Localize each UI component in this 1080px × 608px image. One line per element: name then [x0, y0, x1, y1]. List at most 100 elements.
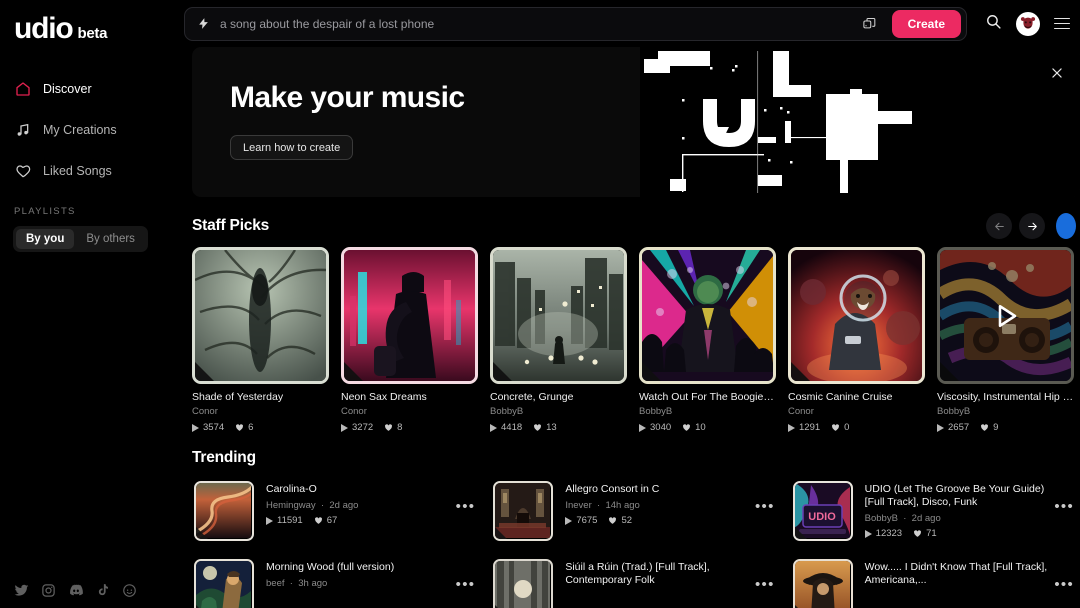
app-logo[interactable]: udio beta: [0, 0, 180, 44]
play-icon: [788, 423, 795, 432]
dice-shuffle-icon[interactable]: [857, 11, 883, 37]
staff-pick-card[interactable]: Concrete, Grunge BobbyB 4418 13: [490, 247, 627, 433]
heart-icon: [534, 424, 542, 431]
arrow-right-icon[interactable]: [1019, 213, 1045, 239]
sidebar-item-discover[interactable]: Discover: [0, 72, 180, 106]
track-title: Neon Sax Dreams: [341, 391, 427, 403]
play-icon: [639, 423, 646, 432]
trending-list-item[interactable]: UDIO UDIO (Let The Groove Be Your Guide)…: [791, 475, 1080, 547]
like-count: 67: [314, 515, 337, 526]
album-art[interactable]: [194, 559, 254, 608]
prompt-search-box[interactable]: a song about the despair of a lost phone…: [184, 6, 967, 41]
play-icon: [266, 516, 273, 525]
content-scroll-area[interactable]: Make your music Learn how to create Staf…: [180, 47, 1080, 608]
album-art[interactable]: [937, 247, 1074, 384]
tiktok-icon[interactable]: [96, 583, 110, 597]
heart-icon: [236, 424, 244, 431]
album-art[interactable]: [192, 247, 329, 384]
track-stats: 12323 71: [864, 528, 1050, 539]
track-title: Viscosity, Instrumental Hip Hop: [937, 391, 1074, 403]
carousel-overflow-indicator: [1056, 213, 1076, 239]
sidebar-item-my-creations[interactable]: My Creations: [0, 113, 180, 147]
play-icon: [864, 529, 872, 538]
sidebar-item-label: Liked Songs: [43, 164, 112, 178]
sidebar-item-label: My Creations: [43, 123, 117, 137]
more-options-icon[interactable]: •••: [1054, 577, 1074, 592]
staff-pick-card[interactable]: Cosmic Canine Cruise Conor 1291 0: [788, 247, 925, 433]
trending-list-item[interactable]: Allegro Consort in C Inever · 14h ago 76…: [491, 475, 780, 547]
play-overlay[interactable]: [940, 250, 1071, 381]
more-options-icon[interactable]: •••: [1054, 499, 1074, 514]
sidebar-item-label: Discover: [43, 82, 92, 96]
user-avatar[interactable]: [1016, 11, 1040, 36]
album-art[interactable]: [788, 247, 925, 384]
play-count: 3272: [341, 422, 373, 433]
staff-picks-header: Staff Picks: [192, 213, 1080, 239]
heart-icon: [683, 424, 691, 431]
track-artist: BobbyB: [937, 406, 971, 417]
corner-fold-icon: [493, 362, 512, 381]
more-options-icon[interactable]: •••: [456, 577, 476, 592]
track-stats: 11591 67: [266, 515, 451, 526]
sidebar-item-liked-songs[interactable]: Liked Songs: [0, 154, 180, 188]
trending-meta: Wow..... I Didn't Know That [Full Track]…: [865, 559, 1078, 587]
staff-pick-card[interactable]: Neon Sax Dreams Conor 3272 8: [341, 247, 478, 433]
album-art[interactable]: [792, 559, 853, 608]
create-button[interactable]: Create: [891, 9, 961, 38]
staff-pick-card[interactable]: Viscosity, Instrumental Hip Hop BobbyB 2…: [937, 247, 1074, 433]
arrow-left-icon[interactable]: [986, 213, 1012, 239]
trending-list-item[interactable]: Morning Wood (full version) beef · 3h ag…: [192, 553, 481, 608]
heart-icon: [914, 530, 922, 538]
track-stats: 3272 8: [341, 422, 478, 433]
sidebar-nav: Discover My Creations Liked Songs: [0, 72, 180, 188]
playlist-filter-segmented: By you By others: [13, 226, 148, 252]
album-art[interactable]: [341, 247, 478, 384]
play-icon: [192, 423, 199, 432]
album-art[interactable]: [493, 481, 554, 541]
twitter-icon[interactable]: [14, 583, 29, 598]
logo-beta-tag: beta: [77, 25, 108, 42]
album-art[interactable]: UDIO: [792, 481, 853, 541]
reddit-icon[interactable]: [122, 583, 137, 598]
trending-grid: Carolina-O Hemingway · 2d ago 11591 67 •…: [192, 475, 1080, 608]
track-artist: BobbyB: [639, 406, 673, 417]
like-count: 71: [913, 528, 937, 539]
home-icon: [14, 81, 31, 98]
track-title: Siúil a Rúin (Trad.) [Full Track], Conte…: [565, 561, 710, 587]
heart-icon: [14, 163, 31, 180]
play-icon: [490, 423, 497, 432]
prompt-input[interactable]: a song about the despair of a lost phone: [220, 17, 848, 31]
section-title-staff-picks: Staff Picks: [192, 217, 270, 234]
logo-wordmark: udio: [14, 12, 74, 45]
corner-fold-icon: [642, 362, 661, 381]
trending-list-item[interactable]: Wow..... I Didn't Know That [Full Track]…: [791, 553, 1080, 608]
more-options-icon[interactable]: •••: [456, 499, 476, 514]
more-options-icon[interactable]: •••: [755, 577, 775, 592]
album-art[interactable]: [493, 559, 554, 608]
album-art[interactable]: [194, 481, 254, 541]
album-art[interactable]: [639, 247, 776, 384]
trending-meta: Allegro Consort in C Inever · 14h ago 76…: [565, 481, 778, 526]
playlist-filter-by-others[interactable]: By others: [76, 229, 145, 249]
corner-fold-icon: [794, 527, 807, 539]
trending-list-item[interactable]: Siúil a Rúin (Trad.) [Full Track], Conte…: [491, 553, 780, 608]
more-options-icon[interactable]: •••: [755, 499, 775, 514]
search-icon[interactable]: [985, 13, 1002, 35]
hamburger-menu-icon[interactable]: [1054, 17, 1070, 30]
learn-how-to-create-button[interactable]: Learn how to create: [230, 135, 354, 160]
corner-fold-icon: [344, 362, 363, 381]
close-icon[interactable]: [1048, 64, 1066, 82]
udio-app: udio beta Discover My Creations Liked So…: [0, 0, 1080, 608]
staff-pick-card[interactable]: Shade of Yesterday Conor 3574 6: [192, 247, 329, 433]
track-title: Morning Wood (full version): [266, 561, 395, 573]
playlist-filter-by-you[interactable]: By you: [16, 229, 75, 249]
corner-fold-icon: [495, 527, 508, 539]
album-art[interactable]: [490, 247, 627, 384]
play-count: 12323: [864, 528, 902, 539]
instagram-icon[interactable]: [41, 583, 56, 598]
track-stats: 7675 52: [565, 515, 750, 526]
staff-pick-card[interactable]: Watch Out For The Boogieman, ... BobbyB …: [639, 247, 776, 433]
playlists-section-label: PLAYLISTS: [14, 206, 76, 217]
trending-list-item[interactable]: Carolina-O Hemingway · 2d ago 11591 67 •…: [192, 475, 481, 547]
discord-icon[interactable]: [68, 582, 84, 598]
